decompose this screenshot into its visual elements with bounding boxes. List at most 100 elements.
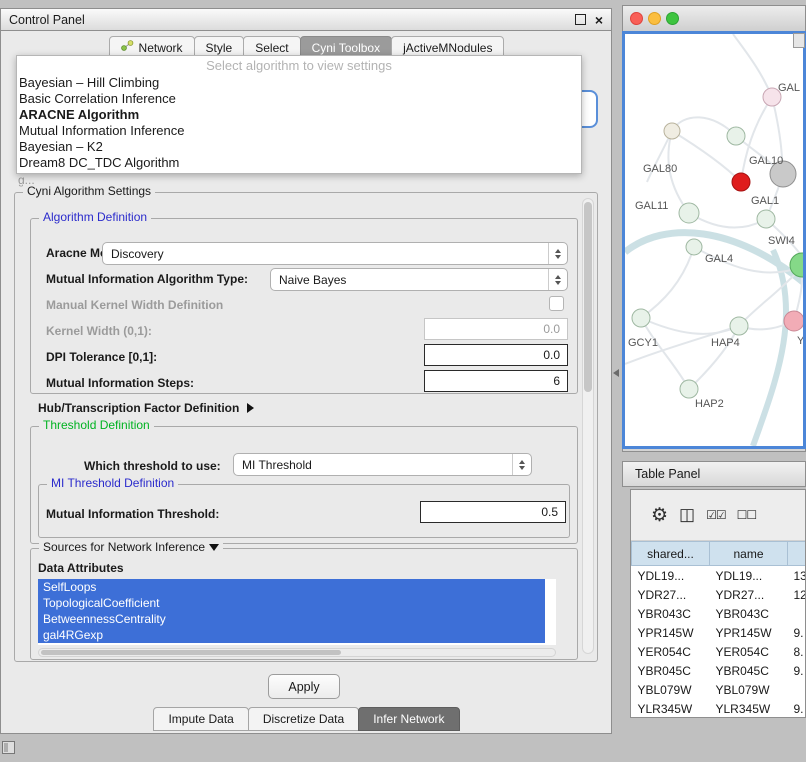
vertical-scrollbar[interactable] [582,198,594,654]
close-icon[interactable]: × [595,13,603,27]
table-cell[interactable]: YBR043C [632,604,710,623]
network-node[interactable] [686,239,702,255]
column-header[interactable] [788,542,806,566]
table-cell[interactable]: YLR345W [632,699,710,718]
gear-icon[interactable]: ⚙ [651,504,668,527]
close-traffic-light[interactable] [630,12,643,25]
columns-icon[interactable]: ◫ [679,505,695,525]
attribute-item[interactable]: BetweennessCentrality [38,611,545,627]
column-header[interactable]: name [710,542,788,566]
table-row[interactable]: YDL19...YDL19...13 [632,566,806,586]
table-cell[interactable]: 8. [788,642,806,661]
node-label: SWI4 [768,235,795,247]
attribute-item[interactable]: TopologicalCoefficient [38,595,545,611]
table-cell[interactable]: 9. [788,623,806,642]
table-cell[interactable]: YDR27... [632,585,710,604]
algorithm-option[interactable]: Basic Correlation Inference [17,91,581,107]
bottom-tab-bar: Impute DataDiscretize DataInfer Network [0,707,612,731]
apply-button[interactable]: Apply [268,674,340,699]
table-cell[interactable]: YDR27... [710,585,788,604]
network-node[interactable] [757,210,775,228]
hub-definition-label: Hub/Transcription Factor Definition [38,401,239,415]
zoom-traffic-light[interactable] [666,12,679,25]
table-cell[interactable]: 13 [788,566,806,586]
group-title: Cyni Algorithm Settings [23,184,155,199]
select-unchecked-icon[interactable]: ☐☐ [737,508,757,522]
table-cell[interactable]: YPR145W [710,623,788,642]
scrollbar-thumb[interactable] [584,202,592,392]
node-label: Y [797,335,803,347]
splitter-collapse-icon[interactable] [613,369,619,377]
table-row[interactable]: YBL079WYBL079W [632,680,806,699]
network-node[interactable] [679,203,699,223]
algorithm-option[interactable]: Dream8 DC_TDC Algorithm [17,155,581,171]
control-panel-titlebar: Control Panel × [0,8,612,31]
dropdown-item-list: Bayesian – Hill ClimbingBasic Correlatio… [17,75,581,171]
table-cell[interactable]: YBR045C [632,661,710,680]
hub-definition-expander[interactable]: Hub/Transcription Factor Definition [38,401,254,415]
tab-label: Cyni Toolbox [312,41,380,55]
column-header[interactable]: shared... [632,542,710,566]
horizontal-scrollbar[interactable] [38,648,556,657]
network-canvas[interactable]: GALGAL80GAL10GAL11GAL1SWI4GAL4GCY1HAP4YH… [625,34,803,446]
network-node[interactable] [727,127,745,145]
algorithm-option[interactable]: ARACNE Algorithm [17,107,581,123]
tab-label: jActiveMNodules [403,41,492,55]
canvas-corner-widget[interactable] [793,33,805,48]
node-table: shared...name YDL19...YDL19...13YDR27...… [631,541,806,718]
select-checked-icon[interactable]: ☑☑ [706,508,726,522]
node-label: GAL [778,82,800,94]
dropdown-prompt: Select algorithm to view settings [17,56,581,75]
table-cell[interactable]: YDL19... [710,566,788,586]
table-cell[interactable]: YBL079W [632,680,710,699]
node-label: GCY1 [628,337,658,349]
table-row[interactable]: YDR27...YDR27...12 [632,585,806,604]
node-label: HAP4 [711,337,740,349]
scrollbar-thumb[interactable] [41,650,341,655]
algorithm-option[interactable]: Bayesian – Hill Climbing [17,75,581,91]
node-label: GAL1 [751,195,779,207]
table-cell[interactable]: YBR045C [710,661,788,680]
table-cell[interactable]: YLR345W [710,699,788,718]
docked-panel-icon[interactable] [2,741,15,754]
table-row[interactable]: YBR045CYBR045C9. [632,661,806,680]
algorithm-dropdown-popup: Select algorithm to view settings Bayesi… [16,55,582,174]
table-row[interactable]: YPR145WYPR145W9. [632,623,806,642]
node-label: HAP2 [695,398,724,410]
bottom-tab-infer-network[interactable]: Infer Network [358,707,459,731]
network-node[interactable] [680,380,698,398]
algorithm-option[interactable]: Mutual Information Inference [17,123,581,139]
chevron-down-icon [209,544,219,551]
table-cell[interactable]: YBL079W [710,680,788,699]
minimize-traffic-light[interactable] [648,12,661,25]
bottom-tab-impute-data[interactable]: Impute Data [153,707,248,731]
table-row[interactable]: YER054CYER054C8. [632,642,806,661]
table-cell[interactable] [788,680,806,699]
tab-label: Network [139,41,183,55]
attribute-item[interactable]: SelfLoops [38,579,545,595]
bottom-tab-discretize-data[interactable]: Discretize Data [248,707,359,731]
table-cell[interactable] [788,604,806,623]
network-icon [121,40,134,55]
network-node[interactable] [732,173,750,191]
table-cell[interactable]: YBR043C [710,604,788,623]
network-node[interactable] [730,317,748,335]
attribute-list[interactable]: SelfLoopsTopologicalCoefficientBetweenne… [38,579,556,645]
table-cell[interactable]: 9. [788,661,806,680]
table-cell[interactable]: YDL19... [632,566,710,586]
algorithm-option[interactable]: Bayesian – K2 [17,139,581,155]
table-cell[interactable]: 9. [788,699,806,718]
attribute-item[interactable]: gal4RGexp [38,627,545,643]
float-window-icon[interactable] [575,14,586,25]
network-node[interactable] [784,311,803,331]
table-cell[interactable]: YPR145W [632,623,710,642]
table-cell[interactable]: YER054C [710,642,788,661]
table-row[interactable]: YBR043CYBR043C [632,604,806,623]
network-window-titlebar [623,6,805,32]
table-cell[interactable]: 12 [788,585,806,604]
network-node[interactable] [664,123,680,139]
table-cell[interactable]: YER054C [632,642,710,661]
table-row[interactable]: YLR345WYLR345W9. [632,699,806,718]
mi-threshold-group: MI Threshold Definition [38,484,570,538]
network-node[interactable] [632,309,650,327]
